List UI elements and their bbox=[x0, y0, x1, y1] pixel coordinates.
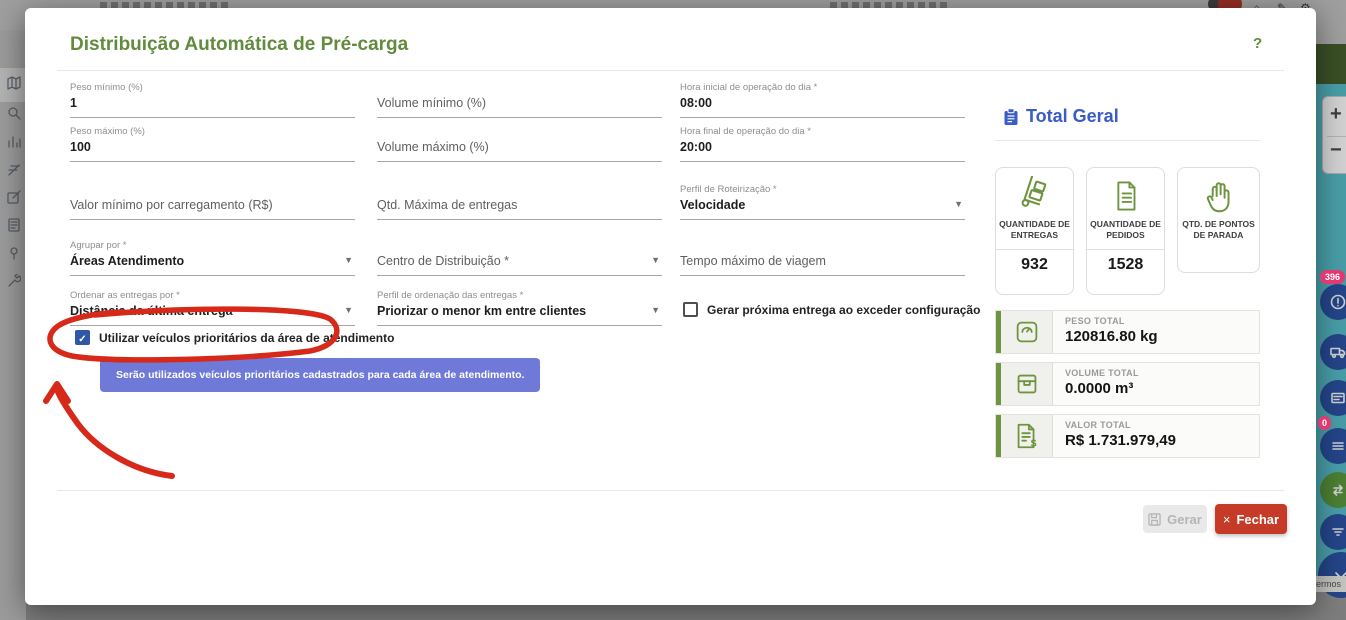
total-geral-title: Total Geral bbox=[1026, 106, 1119, 127]
total-row-volume: VOLUME TOTAL 0.0000 m³ bbox=[995, 362, 1260, 406]
precarga-modal: Distribuição Automática de Pré-carga ? P… bbox=[25, 8, 1316, 605]
invoice-icon: $ bbox=[1001, 415, 1053, 457]
svg-text:$: $ bbox=[1030, 438, 1036, 449]
total-row-valor: $ VALOR TOTAL R$ 1.731.979,49 bbox=[995, 414, 1260, 458]
perfil-roteirizacao-select[interactable]: Velocidade bbox=[680, 198, 965, 220]
stat-card-entregas: QUANTIDADE DE ENTREGAS 932 bbox=[995, 167, 1074, 295]
total-label: VOLUME TOTAL bbox=[1065, 368, 1139, 378]
stat-label: QTD. DE PONTOS DE PARADA bbox=[1178, 214, 1259, 249]
field-ordenar-entregas: Ordenar as entregas por * Distância da ú… bbox=[70, 290, 355, 326]
list-badge: 0 bbox=[1318, 416, 1331, 430]
field-label: Perfil de Roteirização * bbox=[680, 184, 965, 195]
total-value: R$ 1.731.979,49 bbox=[1065, 432, 1176, 449]
chevron-down-icon: ▼ bbox=[344, 255, 353, 265]
field-volume-minimo: Volume mínimo (%) bbox=[377, 96, 662, 118]
field-hora-final: Hora final de operação do dia * 20:00 bbox=[680, 126, 965, 162]
stat-label: QUANTIDADE DE PEDIDOS bbox=[1087, 214, 1164, 249]
field-label: Ordenar as entregas por * bbox=[70, 290, 355, 301]
divider bbox=[57, 70, 1284, 71]
hora-inicial-input[interactable]: 08:00 bbox=[680, 96, 965, 118]
field-perfil-roteirizacao: Perfil de Roteirização * Velocidade ▼ bbox=[680, 184, 965, 220]
veiculos-prioritarios-checkbox-row[interactable]: ✓ Utilizar veículos prioritários da área… bbox=[75, 330, 394, 345]
checkbox-checked[interactable]: ✓ bbox=[75, 330, 90, 345]
clipboard-icon bbox=[1003, 108, 1019, 126]
chevron-down-icon: ▼ bbox=[651, 305, 660, 315]
save-icon bbox=[1148, 513, 1161, 526]
total-geral-header: Total Geral bbox=[1003, 106, 1119, 127]
field-valor-minimo: Valor mínimo por carregamento (R$) bbox=[70, 198, 355, 220]
ordenar-entregas-select[interactable]: Distância da última entrega bbox=[70, 304, 355, 326]
field-peso-maximo: Peso máximo (%) 100 bbox=[70, 126, 355, 162]
field-label: Peso máximo (%) bbox=[70, 126, 355, 137]
field-label: Hora final de operação do dia * bbox=[680, 126, 965, 137]
close-icon: × bbox=[1223, 512, 1231, 527]
peso-maximo-input[interactable]: 100 bbox=[70, 140, 355, 162]
field-label: Peso mínimo (%) bbox=[70, 82, 355, 93]
stat-card-pedidos: QUANTIDADE DE PEDIDOS 1528 bbox=[1086, 167, 1165, 295]
alerts-badge: 396 bbox=[1320, 270, 1345, 284]
field-qtd-maxima: Qtd. Máxima de entregas bbox=[377, 198, 662, 220]
agrupar-por-select[interactable]: Áreas Atendimento bbox=[70, 254, 355, 276]
total-value: 0.0000 m³ bbox=[1065, 380, 1139, 397]
checkbox-label: Gerar próxima entrega ao exceder configu… bbox=[707, 303, 980, 317]
divider bbox=[57, 490, 1284, 491]
scale-icon bbox=[1001, 311, 1053, 353]
peso-minimo-input[interactable]: 1 bbox=[70, 96, 355, 118]
field-volume-maximo: Volume máximo (%) bbox=[377, 140, 662, 162]
field-centro-distribuicao: Centro de Distribuição * ▼ bbox=[377, 254, 662, 276]
stat-card-pontos-parada: QTD. DE PONTOS DE PARADA bbox=[1177, 167, 1260, 273]
modal-title: Distribuição Automática de Pré-carga bbox=[70, 34, 408, 56]
field-agrupar-por: Agrupar por * Áreas Atendimento ▼ bbox=[70, 240, 355, 276]
checkbox-unchecked[interactable] bbox=[683, 302, 698, 317]
checkbox-label: Utilizar veículos prioritários da área d… bbox=[99, 331, 394, 345]
field-tempo-maximo: Tempo máximo de viagem bbox=[680, 254, 965, 276]
volume-minimo-input[interactable]: Volume mínimo (%) bbox=[377, 96, 662, 118]
gerar-label: Gerar bbox=[1167, 512, 1202, 527]
hora-final-input[interactable]: 20:00 bbox=[680, 140, 965, 162]
field-label: Perfil de ordenação das entregas * bbox=[377, 290, 662, 301]
gerar-proxima-checkbox-row[interactable]: Gerar próxima entrega ao exceder configu… bbox=[683, 302, 980, 317]
fechar-label: Fechar bbox=[1236, 512, 1279, 527]
stat-value: 1528 bbox=[1087, 249, 1164, 280]
gerar-button[interactable]: Gerar bbox=[1143, 505, 1207, 533]
total-label: PESO TOTAL bbox=[1065, 316, 1158, 326]
chevron-down-icon: ▼ bbox=[954, 199, 963, 209]
volume-maximo-input[interactable]: Volume máximo (%) bbox=[377, 140, 662, 162]
volume-box-icon bbox=[1001, 363, 1053, 405]
stat-label: QUANTIDADE DE ENTREGAS bbox=[996, 214, 1073, 249]
chevron-down-icon: ▼ bbox=[651, 255, 660, 265]
screen: ⌂ ✎ ⚙ bbox=[0, 0, 1346, 620]
tempo-maximo-input[interactable]: Tempo máximo de viagem bbox=[680, 254, 965, 276]
field-perfil-ordenacao: Perfil de ordenação das entregas * Prior… bbox=[377, 290, 662, 326]
field-label: Hora inicial de operação do dia * bbox=[680, 82, 965, 93]
qtd-maxima-input[interactable]: Qtd. Máxima de entregas bbox=[377, 198, 662, 220]
stat-value: 932 bbox=[996, 249, 1073, 280]
total-label: VALOR TOTAL bbox=[1065, 420, 1176, 430]
help-button[interactable]: ? bbox=[1253, 35, 1262, 52]
divider bbox=[995, 140, 1260, 141]
centro-distribuicao-select[interactable]: Centro de Distribuição * bbox=[377, 254, 662, 276]
perfil-ordenacao-select[interactable]: Priorizar o menor km entre clientes bbox=[377, 304, 662, 326]
field-peso-minimo: Peso mínimo (%) 1 bbox=[70, 82, 355, 118]
valor-minimo-input[interactable]: Valor mínimo por carregamento (R$) bbox=[70, 198, 355, 220]
stop-hand-icon bbox=[1178, 168, 1259, 214]
field-label: Agrupar por * bbox=[70, 240, 355, 251]
info-tooltip: Serão utilizados veículos prioritários c… bbox=[100, 358, 540, 392]
total-row-peso: PESO TOTAL 120816.80 kg bbox=[995, 310, 1260, 354]
chevron-down-icon: ▼ bbox=[344, 305, 353, 315]
fechar-button[interactable]: × Fechar bbox=[1215, 504, 1287, 534]
total-value: 120816.80 kg bbox=[1065, 328, 1158, 345]
hand-truck-icon bbox=[996, 168, 1073, 214]
field-hora-inicial: Hora inicial de operação do dia * 08:00 bbox=[680, 82, 965, 118]
order-document-icon bbox=[1087, 168, 1164, 214]
